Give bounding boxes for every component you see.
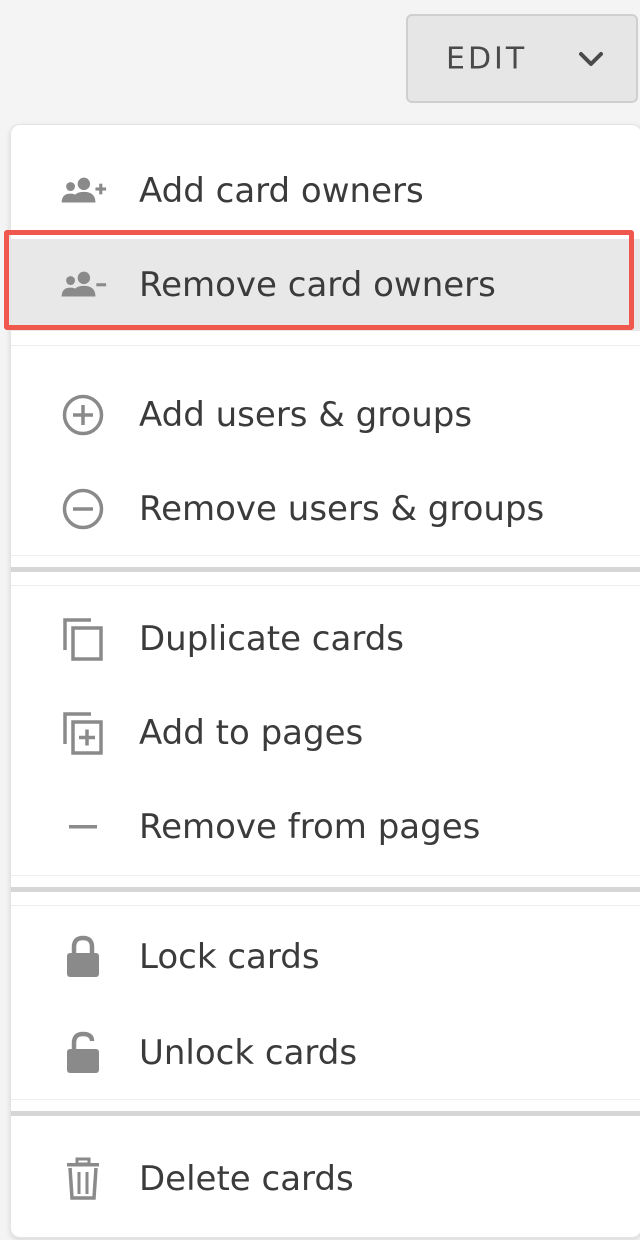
menu-item-delete-cards[interactable]: Delete cards	[11, 1133, 640, 1225]
menu-item-label: Add users & groups	[139, 395, 473, 435]
divider	[11, 875, 640, 876]
menu-item-label: Add card owners	[139, 171, 424, 211]
menu-item-label: Lock cards	[139, 937, 320, 977]
add-to-page-icon	[59, 709, 107, 757]
edit-dropdown-menu: Add card owners Remove card owners Add u…	[10, 124, 640, 1238]
menu-item-label: Remove card owners	[139, 265, 496, 305]
menu-item-add-users-groups[interactable]: Add users & groups	[11, 369, 640, 461]
menu-item-label: Duplicate cards	[139, 619, 404, 659]
user-group-add-icon	[59, 167, 107, 215]
plus-circle-icon	[59, 391, 107, 439]
chevron-down-icon	[578, 51, 604, 67]
divider	[11, 905, 640, 906]
menu-item-label: Remove from pages	[139, 807, 481, 847]
lock-icon	[59, 933, 107, 981]
user-group-remove-icon	[59, 261, 107, 309]
menu-item-label: Remove users & groups	[139, 489, 545, 529]
divider	[11, 1111, 640, 1116]
divider	[11, 555, 640, 556]
divider	[11, 887, 640, 892]
divider	[11, 345, 640, 346]
divider	[11, 585, 640, 586]
menu-item-label: Delete cards	[139, 1159, 354, 1199]
trash-icon	[59, 1155, 107, 1203]
menu-item-lock-cards[interactable]: Lock cards	[11, 911, 640, 1003]
menu-item-add-to-pages[interactable]: Add to pages	[11, 687, 640, 779]
edit-dropdown-button[interactable]: EDIT	[406, 14, 638, 103]
divider	[11, 1099, 640, 1100]
unlock-icon	[59, 1029, 107, 1077]
menu-item-remove-card-owners[interactable]: Remove card owners	[11, 239, 640, 331]
menu-item-unlock-cards[interactable]: Unlock cards	[11, 1007, 640, 1099]
menu-item-remove-users-groups[interactable]: Remove users & groups	[11, 463, 640, 555]
edit-button-label: EDIT	[446, 41, 528, 76]
menu-item-add-card-owners[interactable]: Add card owners	[11, 145, 640, 237]
minus-icon	[59, 803, 107, 851]
divider	[11, 567, 640, 572]
menu-item-remove-from-pages[interactable]: Remove from pages	[11, 781, 640, 873]
minus-circle-icon	[59, 485, 107, 533]
copy-icon	[59, 615, 107, 663]
menu-item-duplicate-cards[interactable]: Duplicate cards	[11, 593, 640, 685]
menu-item-label: Add to pages	[139, 713, 364, 753]
menu-item-label: Unlock cards	[139, 1033, 358, 1073]
